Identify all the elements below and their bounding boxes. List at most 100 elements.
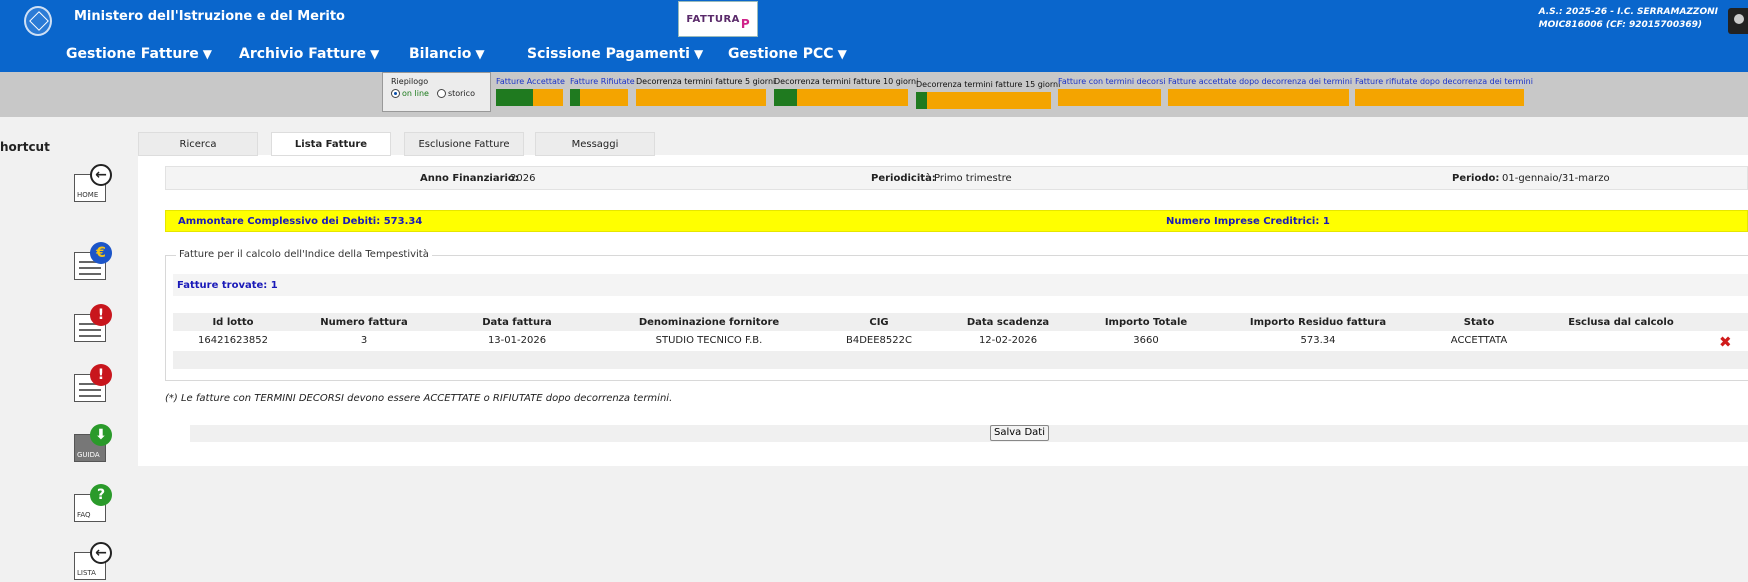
periodo-label: Periodo:	[1452, 173, 1500, 184]
tab-messaggi[interactable]: Messaggi	[535, 132, 655, 156]
back-arrow-icon: ←	[90, 164, 112, 186]
indicator-rifiutate-dopo-decorrenza[interactable]: Fatture rifiutate dopo decorrenza dei te…	[1355, 77, 1533, 106]
found-count: Fatture trovate: 1	[177, 280, 278, 291]
imprese-count: Numero Imprese Creditrici: 1	[1166, 216, 1330, 227]
progress-bar	[636, 89, 766, 106]
nav-archivio-fatture[interactable]: Archivio Fatture ▼	[239, 46, 379, 62]
online-radio-label: on line	[402, 89, 429, 98]
cell-cig: B4DEE8522C	[846, 335, 912, 346]
anno-label: Anno Finanziario:	[420, 173, 519, 184]
tab-lista-fatture[interactable]: Lista Fatture	[271, 132, 391, 156]
summary-bar: Ammontare Complessivo dei Debiti: 573.34…	[165, 210, 1748, 232]
euro-icon: €	[90, 242, 112, 264]
indicator-decorrenza-5[interactable]: Decorrenza termini fatture 5 giorni	[636, 77, 775, 106]
alert-icon: !	[90, 304, 112, 326]
col-cig: CIG	[869, 317, 889, 328]
section-legend: Fatture per il calcolo dell'Indice della…	[176, 249, 432, 260]
invoice-table: Id lotto Numero fattura Data fattura Den…	[173, 313, 1748, 369]
filter-row: Anno Finanziario: 2026 Periodicità: Prim…	[165, 166, 1748, 190]
user-icon[interactable]	[1728, 8, 1748, 34]
indicator-fatture-rifiutate[interactable]: Fatture Rifiutate	[570, 77, 635, 106]
online-radio[interactable]	[391, 89, 400, 98]
col-id-lotto: Id lotto	[212, 317, 254, 328]
cell-data-scadenza: 12-02-2026	[978, 335, 1038, 346]
chevron-down-icon: ▼	[693, 47, 704, 61]
alert-shortcut-2[interactable]: !	[70, 364, 112, 404]
col-importo-totale: Importo Totale	[1104, 317, 1188, 328]
school-info: A.S.: 2025-26 - I.C. SERRAMAZZONI MOIC81…	[1539, 6, 1718, 32]
progress-bar	[774, 89, 908, 106]
col-data-fattura: Data fattura	[482, 317, 552, 328]
chevron-down-icon: ▼	[837, 47, 847, 61]
cell-data-fattura: 13-01-2026	[487, 335, 547, 346]
chevron-down-icon: ▼	[370, 47, 380, 61]
republic-emblem-icon	[24, 6, 52, 36]
alert-icon: !	[90, 364, 112, 386]
download-icon: ⬇	[90, 424, 112, 446]
debiti-total: Ammontare Complessivo dei Debiti: 573.34	[178, 216, 423, 227]
col-numero-fattura: Numero fattura	[320, 317, 408, 328]
col-fornitore: Denominazione fornitore	[638, 317, 780, 328]
euro-shortcut[interactable]: €	[70, 242, 112, 282]
progress-bar	[1355, 89, 1524, 106]
table-footer	[173, 351, 1748, 369]
indicator-decorrenza-15[interactable]: Decorrenza termini fatture 15 giorni	[916, 77, 1060, 109]
cell-numero-fattura: 3	[360, 335, 368, 346]
indicator-decorrenza-10[interactable]: Decorrenza termini fatture 10 giorni	[774, 77, 918, 106]
guida-shortcut[interactable]: GUIDA ⬇	[70, 424, 112, 464]
alert-shortcut-1[interactable]: !	[70, 304, 112, 344]
save-button[interactable]: Salva Dati	[990, 425, 1049, 441]
progress-bar	[1168, 89, 1349, 106]
cell-stato: ACCETTATA	[1450, 335, 1508, 346]
progress-bar	[916, 92, 1051, 109]
top-bar: Ministero dell'Istruzione e del Merito F…	[0, 0, 1748, 72]
col-data-scadenza: Data scadenza	[966, 317, 1050, 328]
anno-value: 2026	[510, 173, 536, 184]
indicator-fatture-accettate[interactable]: Fatture Accettate	[496, 77, 565, 106]
ministry-title: Ministero dell'Istruzione e del Merito	[74, 9, 345, 24]
table-row[interactable]: 16421623852 3 13-01-2026 STUDIO TECNICO …	[173, 331, 1748, 351]
fatturapa-logo[interactable]: FATTURA P	[678, 1, 758, 37]
back-arrow-icon: ←	[90, 542, 112, 564]
lista-shortcut[interactable]: LISTA ←	[70, 542, 112, 582]
chevron-down-icon: ▼	[475, 47, 485, 61]
home-shortcut[interactable]: HOME ←	[70, 164, 112, 204]
nav-scissione-pagamenti[interactable]: Scissione Pagamenti ▼	[527, 46, 703, 62]
cell-id-lotto: 16421623852	[198, 335, 268, 346]
indicator-accettate-dopo-decorrenza[interactable]: Fatture accettate dopo decorrenza dei te…	[1168, 77, 1352, 106]
progress-bar	[570, 89, 628, 106]
footnote: (*) Le fatture con TERMINI DECORSI devon…	[165, 393, 673, 404]
col-stato: Stato	[1463, 317, 1495, 328]
school-code-line: MOIC816006 (CF: 92015700369)	[1538, 20, 1702, 30]
progress-bar	[496, 89, 563, 106]
help-icon: ?	[90, 484, 112, 506]
chevron-down-icon: ▼	[202, 47, 212, 61]
delete-icon[interactable]: ✖	[1719, 333, 1732, 351]
progress-bar	[1058, 89, 1161, 106]
periodicita-label: Periodicità:	[871, 173, 936, 184]
indicator-bar: Riepilogo on line storico Fatture Accett…	[0, 72, 1748, 117]
periodo-value: 01-gennaio/31-marzo	[1502, 173, 1610, 184]
found-row: Fatture trovate: 1	[173, 274, 1748, 296]
shortcut-title: hortcut	[0, 140, 50, 154]
indicator-termini-decorsi[interactable]: Fatture con termini decorsi	[1058, 77, 1166, 106]
tab-esclusione-fatture[interactable]: Esclusione Fatture	[404, 132, 524, 156]
cell-fornitore: STUDIO TECNICO F.B.	[655, 335, 763, 346]
faq-shortcut[interactable]: FAQ ?	[70, 484, 112, 524]
col-esclusa: Esclusa dal calcolo	[1568, 317, 1674, 328]
school-year-line: A.S.: 2025-26 - I.C. SERRAMAZZONI	[1538, 7, 1718, 17]
main-nav: Gestione Fatture ▼ Archivio Fatture ▼ Bila…	[0, 44, 1748, 68]
riepilogo-panel: Riepilogo on line storico	[382, 72, 491, 112]
storico-radio[interactable]	[436, 89, 446, 98]
save-bar	[190, 425, 1748, 442]
cell-importo-residuo: 573.34	[1300, 335, 1336, 346]
col-importo-residuo: Importo Residuo fattura	[1249, 317, 1387, 328]
nav-gestione-pcc[interactable]: Gestione PCC ▼	[728, 46, 847, 62]
cell-importo-totale: 3660	[1133, 335, 1159, 346]
table-header: Id lotto Numero fattura Data fattura Den…	[173, 313, 1748, 331]
periodicita-value: Primo trimestre	[934, 173, 1012, 184]
riepilogo-label: Riepilogo	[391, 77, 429, 86]
nav-gestione-fatture[interactable]: Gestione Fatture ▼	[66, 46, 212, 62]
nav-bilancio[interactable]: Bilancio ▼	[409, 46, 485, 62]
tab-ricerca[interactable]: Ricerca	[138, 132, 258, 156]
